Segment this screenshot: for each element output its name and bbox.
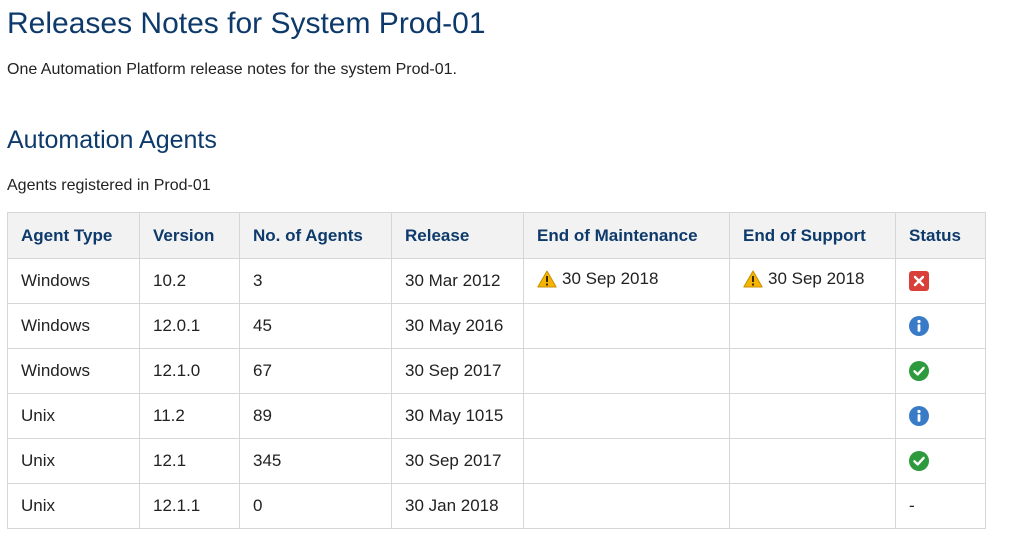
status-dash: - [909, 496, 915, 515]
cell-agent-count: 0 [239, 483, 392, 529]
cell-agent-count: 345 [239, 438, 392, 484]
cell-end-of-support [729, 393, 896, 439]
cell-status [895, 393, 986, 439]
cell-status: - [895, 483, 986, 529]
column-header-agent-count[interactable]: No. of Agents [239, 212, 392, 259]
cell-version: 12.1.1 [139, 483, 240, 529]
cell-end-of-maintenance [523, 438, 730, 484]
table-header-row: Agent Type Version No. of Agents Release… [7, 212, 986, 259]
cell-release: 30 Sep 2017 [391, 438, 524, 484]
cell-agent-type: Unix [7, 438, 140, 484]
cell-agent-type: Windows [7, 348, 140, 394]
cell-release: 30 Sep 2017 [391, 348, 524, 394]
cell-status [895, 438, 986, 484]
warning-icon [537, 270, 557, 288]
cell-end-of-maintenance: 30 Sep 2018 [523, 258, 730, 304]
column-header-agent-type[interactable]: Agent Type [7, 212, 140, 259]
cell-agent-type: Windows [7, 258, 140, 304]
cell-status [895, 258, 986, 304]
table-row: Windows 10.2 3 30 Mar 2012 30 Sep 2018 3… [7, 258, 986, 304]
table-row: Windows 12.1.0 67 30 Sep 2017 [7, 348, 986, 394]
cell-agent-count: 67 [239, 348, 392, 394]
cell-end-of-maintenance [523, 348, 730, 394]
column-header-end-of-support[interactable]: End of Support [729, 212, 896, 259]
column-header-status[interactable]: Status [895, 212, 986, 259]
cell-end-of-support: 30 Sep 2018 [729, 258, 896, 304]
table-row: Windows 12.0.1 45 30 May 2016 [7, 303, 986, 349]
warning-date: 30 Sep 2018 [743, 269, 864, 289]
cell-agent-count: 45 [239, 303, 392, 349]
cell-version: 10.2 [139, 258, 240, 304]
cell-release: 30 May 2016 [391, 303, 524, 349]
warning-date: 30 Sep 2018 [537, 269, 658, 289]
date-text: 30 Sep 2018 [562, 269, 659, 288]
cell-version: 11.2 [139, 393, 240, 439]
cell-end-of-support [729, 483, 896, 529]
cell-agent-count: 89 [239, 393, 392, 439]
cell-end-of-maintenance [523, 303, 730, 349]
date-text: 30 Sep 2018 [768, 269, 865, 288]
info-icon [909, 406, 929, 427]
cell-end-of-maintenance [523, 483, 730, 529]
check-icon [909, 451, 929, 472]
cell-status [895, 348, 986, 394]
cell-release: 30 Jan 2018 [391, 483, 524, 529]
check-icon [909, 361, 929, 382]
cell-end-of-support [729, 348, 896, 394]
cell-end-of-support [729, 303, 896, 349]
cell-agent-type: Windows [7, 303, 140, 349]
cell-release: 30 May 1015 [391, 393, 524, 439]
cell-end-of-support [729, 438, 896, 484]
table-row: Unix 12.1 345 30 Sep 2017 [7, 438, 986, 484]
table-body: Windows 10.2 3 30 Mar 2012 30 Sep 2018 3… [7, 258, 986, 529]
column-header-end-of-maintenance[interactable]: End of Maintenance [523, 212, 730, 259]
agents-table: Agent Type Version No. of Agents Release… [7, 212, 986, 529]
cell-version: 12.1.0 [139, 348, 240, 394]
cell-agent-type: Unix [7, 483, 140, 529]
section-title: Automation Agents [7, 126, 217, 154]
cell-version: 12.1 [139, 438, 240, 484]
cell-agent-count: 3 [239, 258, 392, 304]
warning-icon [743, 270, 763, 288]
column-header-release[interactable]: Release [391, 212, 524, 259]
cell-status [895, 303, 986, 349]
page-title: Releases Notes for System Prod-01 [7, 7, 486, 40]
column-header-version[interactable]: Version [139, 212, 240, 259]
page-description: One Automation Platform release notes fo… [7, 61, 457, 78]
cell-agent-type: Unix [7, 393, 140, 439]
section-description: Agents registered in Prod-01 [7, 177, 211, 194]
error-icon [909, 271, 929, 292]
table-row: Unix 12.1.1 0 30 Jan 2018 - [7, 483, 986, 529]
cell-release: 30 Mar 2012 [391, 258, 524, 304]
cell-version: 12.0.1 [139, 303, 240, 349]
table-row: Unix 11.2 89 30 May 1015 [7, 393, 986, 439]
info-icon [909, 316, 929, 337]
cell-end-of-maintenance [523, 393, 730, 439]
